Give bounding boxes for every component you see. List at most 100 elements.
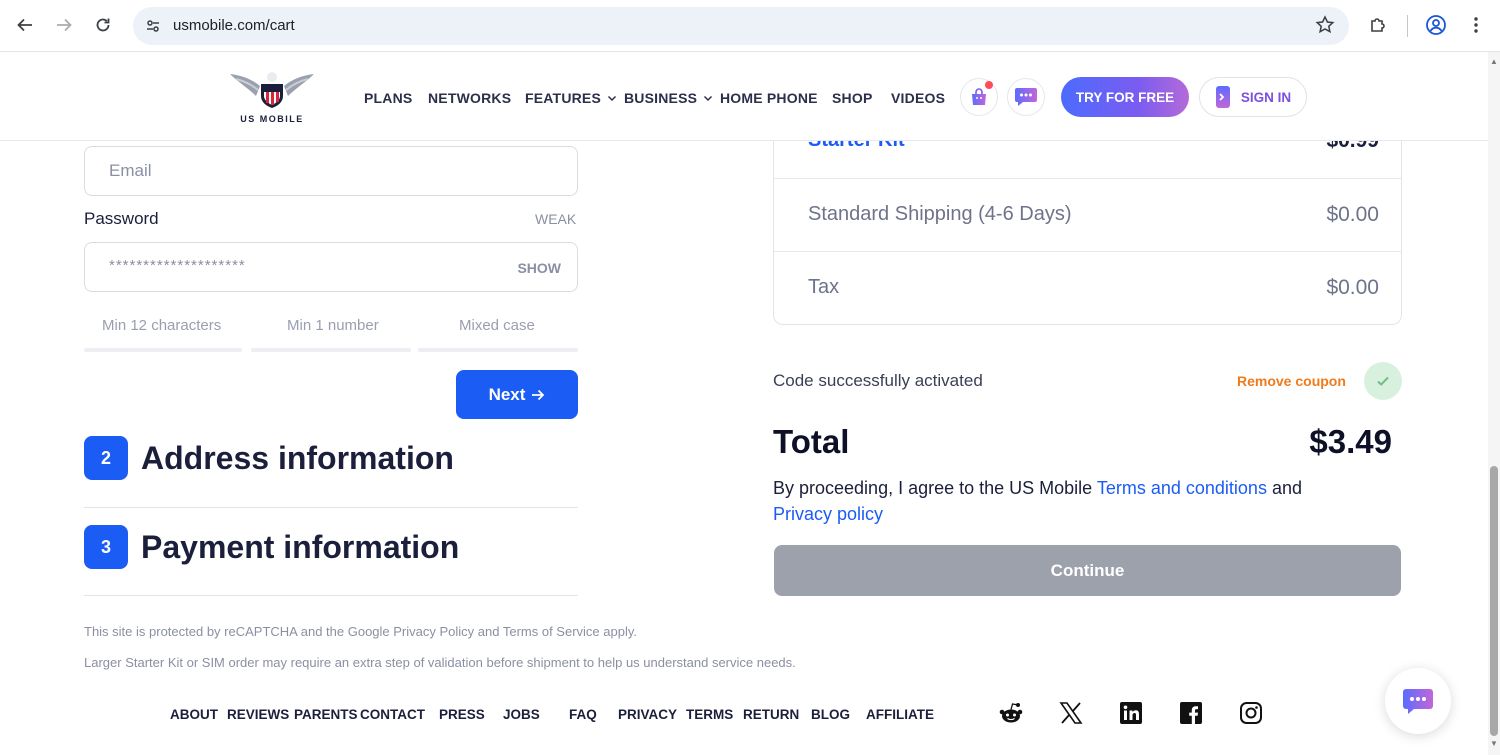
- footer-link-jobs[interactable]: JOBS: [503, 707, 540, 722]
- chevron-down-icon: [704, 95, 713, 102]
- footer-link-reviews[interactable]: REVIEWS: [227, 707, 289, 722]
- privacy-policy-link[interactable]: Privacy policy: [773, 504, 883, 524]
- chevron-down-icon: [607, 95, 617, 102]
- agreement-and: and: [1266, 478, 1302, 498]
- instagram-icon[interactable]: [1238, 700, 1264, 726]
- requirement-min-number: Min 1 number: [287, 317, 379, 334]
- step-address[interactable]: 2 Address information: [84, 436, 454, 480]
- line-item-amount: $0.00: [1326, 203, 1379, 226]
- footer-link-affiliate[interactable]: AFFILIATE: [866, 707, 934, 722]
- line-item-tax: Tax $0.00: [774, 252, 1401, 325]
- linkedin-icon[interactable]: [1118, 700, 1144, 726]
- password-field[interactable]: ******************** SHOW: [84, 242, 578, 292]
- total-label: Total: [773, 423, 850, 460]
- back-arrow-icon[interactable]: [12, 12, 38, 38]
- site-header: US MOBILE PLANS NETWORKS FEATURES BUSINE…: [0, 52, 1488, 141]
- strength-bar: [84, 348, 242, 352]
- footer-link-about[interactable]: ABOUT: [170, 707, 218, 722]
- address-bar[interactable]: usmobile.com/cart: [133, 7, 1349, 45]
- line-item-label: Tax: [808, 276, 840, 298]
- nav-business[interactable]: BUSINESS: [624, 90, 713, 106]
- chat-header-button[interactable]: [1007, 78, 1045, 116]
- email-field[interactable]: [84, 146, 578, 196]
- nav-shop[interactable]: SHOP: [832, 90, 872, 106]
- x-icon[interactable]: [1058, 700, 1084, 726]
- sign-in-label: SIGN IN: [1240, 89, 1292, 105]
- validation-note: Larger Starter Kit or SIM order may requ…: [84, 655, 796, 670]
- bookmark-star-icon[interactable]: [1315, 15, 1335, 40]
- chat-icon: [1403, 689, 1433, 714]
- show-password-button[interactable]: SHOW: [517, 260, 561, 276]
- nav-features-label: FEATURES: [525, 90, 602, 106]
- chat-icon: [1015, 88, 1037, 106]
- nav-business-label: BUSINESS: [624, 90, 698, 106]
- email-input[interactable]: [85, 147, 577, 195]
- footer-link-contact[interactable]: CONTACT: [360, 707, 425, 722]
- logo-text: US MOBILE: [240, 114, 304, 124]
- requirement-mixed-case: Mixed case: [459, 317, 535, 334]
- extensions-icon[interactable]: [1365, 12, 1391, 38]
- nav-features[interactable]: FEATURES: [525, 90, 617, 106]
- site-info-icon[interactable]: [141, 14, 165, 38]
- shopping-bag-icon: [972, 88, 986, 105]
- sign-in-icon: [1215, 86, 1230, 108]
- nav-networks[interactable]: NETWORKS: [428, 90, 511, 106]
- eagle-logo-icon: [230, 72, 314, 108]
- toolbar-divider: [1407, 15, 1408, 37]
- divider: [84, 595, 578, 596]
- browser-toolbar: usmobile.com/cart: [0, 0, 1500, 52]
- agreement-text: By proceeding, I agree to the US Mobile …: [773, 475, 1333, 527]
- scroll-up-icon[interactable]: ▲: [1490, 58, 1498, 66]
- forward-arrow-icon[interactable]: [51, 12, 77, 38]
- recaptcha-note: This site is protected by reCAPTCHA and …: [84, 624, 637, 639]
- continue-button[interactable]: Continue: [774, 545, 1401, 596]
- total-value: $3.49: [1309, 423, 1392, 460]
- footer-link-terms[interactable]: TERMS: [686, 707, 733, 722]
- step-title: Payment information: [141, 528, 460, 565]
- reddit-icon[interactable]: [998, 700, 1024, 726]
- password-value: ********************: [109, 257, 246, 274]
- step-title: Address information: [141, 439, 454, 476]
- requirement-min-chars: Min 12 characters: [102, 317, 222, 334]
- coupon-status: Code successfully activated: [773, 371, 983, 390]
- url-text: usmobile.com/cart: [173, 17, 295, 34]
- sign-in-button[interactable]: SIGN IN: [1199, 77, 1307, 117]
- next-label: Next: [488, 384, 526, 404]
- password-strength: WEAK: [535, 211, 577, 227]
- footer-link-parents[interactable]: PARENTS: [294, 707, 358, 722]
- chat-button[interactable]: [1385, 668, 1451, 734]
- strength-bar: [418, 348, 578, 352]
- try-for-free-button[interactable]: TRY FOR FREE: [1061, 77, 1189, 117]
- footer-link-press[interactable]: PRESS: [439, 707, 485, 722]
- password-label: Password: [84, 209, 159, 228]
- line-item-shipping: Standard Shipping (4-6 Days) $0.00: [774, 179, 1401, 252]
- footer-link-blog[interactable]: BLOG: [811, 707, 850, 722]
- facebook-icon[interactable]: [1178, 700, 1204, 726]
- divider: [84, 507, 578, 508]
- cart-notification-dot: [985, 81, 993, 89]
- step-number: 3: [84, 525, 128, 569]
- strength-bar: [251, 348, 411, 352]
- line-item-label: Standard Shipping (4-6 Days): [808, 203, 1072, 225]
- remove-coupon-link[interactable]: Remove coupon: [1237, 373, 1346, 389]
- nav-home-phone[interactable]: HOME PHONE: [720, 90, 818, 106]
- cart-button[interactable]: [960, 78, 998, 116]
- next-button[interactable]: Next: [456, 370, 578, 419]
- line-item-amount: $0.00: [1326, 276, 1379, 299]
- profile-icon[interactable]: [1423, 12, 1449, 38]
- chrome-menu-icon[interactable]: [1463, 12, 1489, 38]
- step-number: 2: [84, 436, 128, 480]
- nav-videos[interactable]: VIDEOS: [891, 90, 945, 106]
- reload-icon[interactable]: [90, 12, 116, 38]
- page-scrollbar[interactable]: ▲ ▼: [1488, 52, 1500, 755]
- footer-link-return[interactable]: RETURN: [743, 707, 799, 722]
- agreement-prefix: By proceeding, I agree to the US Mobile: [773, 478, 1097, 498]
- scroll-down-icon[interactable]: ▼: [1490, 740, 1498, 748]
- terms-link[interactable]: Terms and conditions: [1097, 478, 1267, 498]
- us-mobile-logo[interactable]: US MOBILE: [228, 70, 316, 126]
- scroll-thumb[interactable]: [1490, 466, 1498, 736]
- step-payment[interactable]: 3 Payment information: [84, 525, 459, 569]
- nav-plans[interactable]: PLANS: [364, 90, 412, 106]
- footer-link-faq[interactable]: FAQ: [569, 707, 597, 722]
- footer-link-privacy[interactable]: PRIVACY: [618, 707, 677, 722]
